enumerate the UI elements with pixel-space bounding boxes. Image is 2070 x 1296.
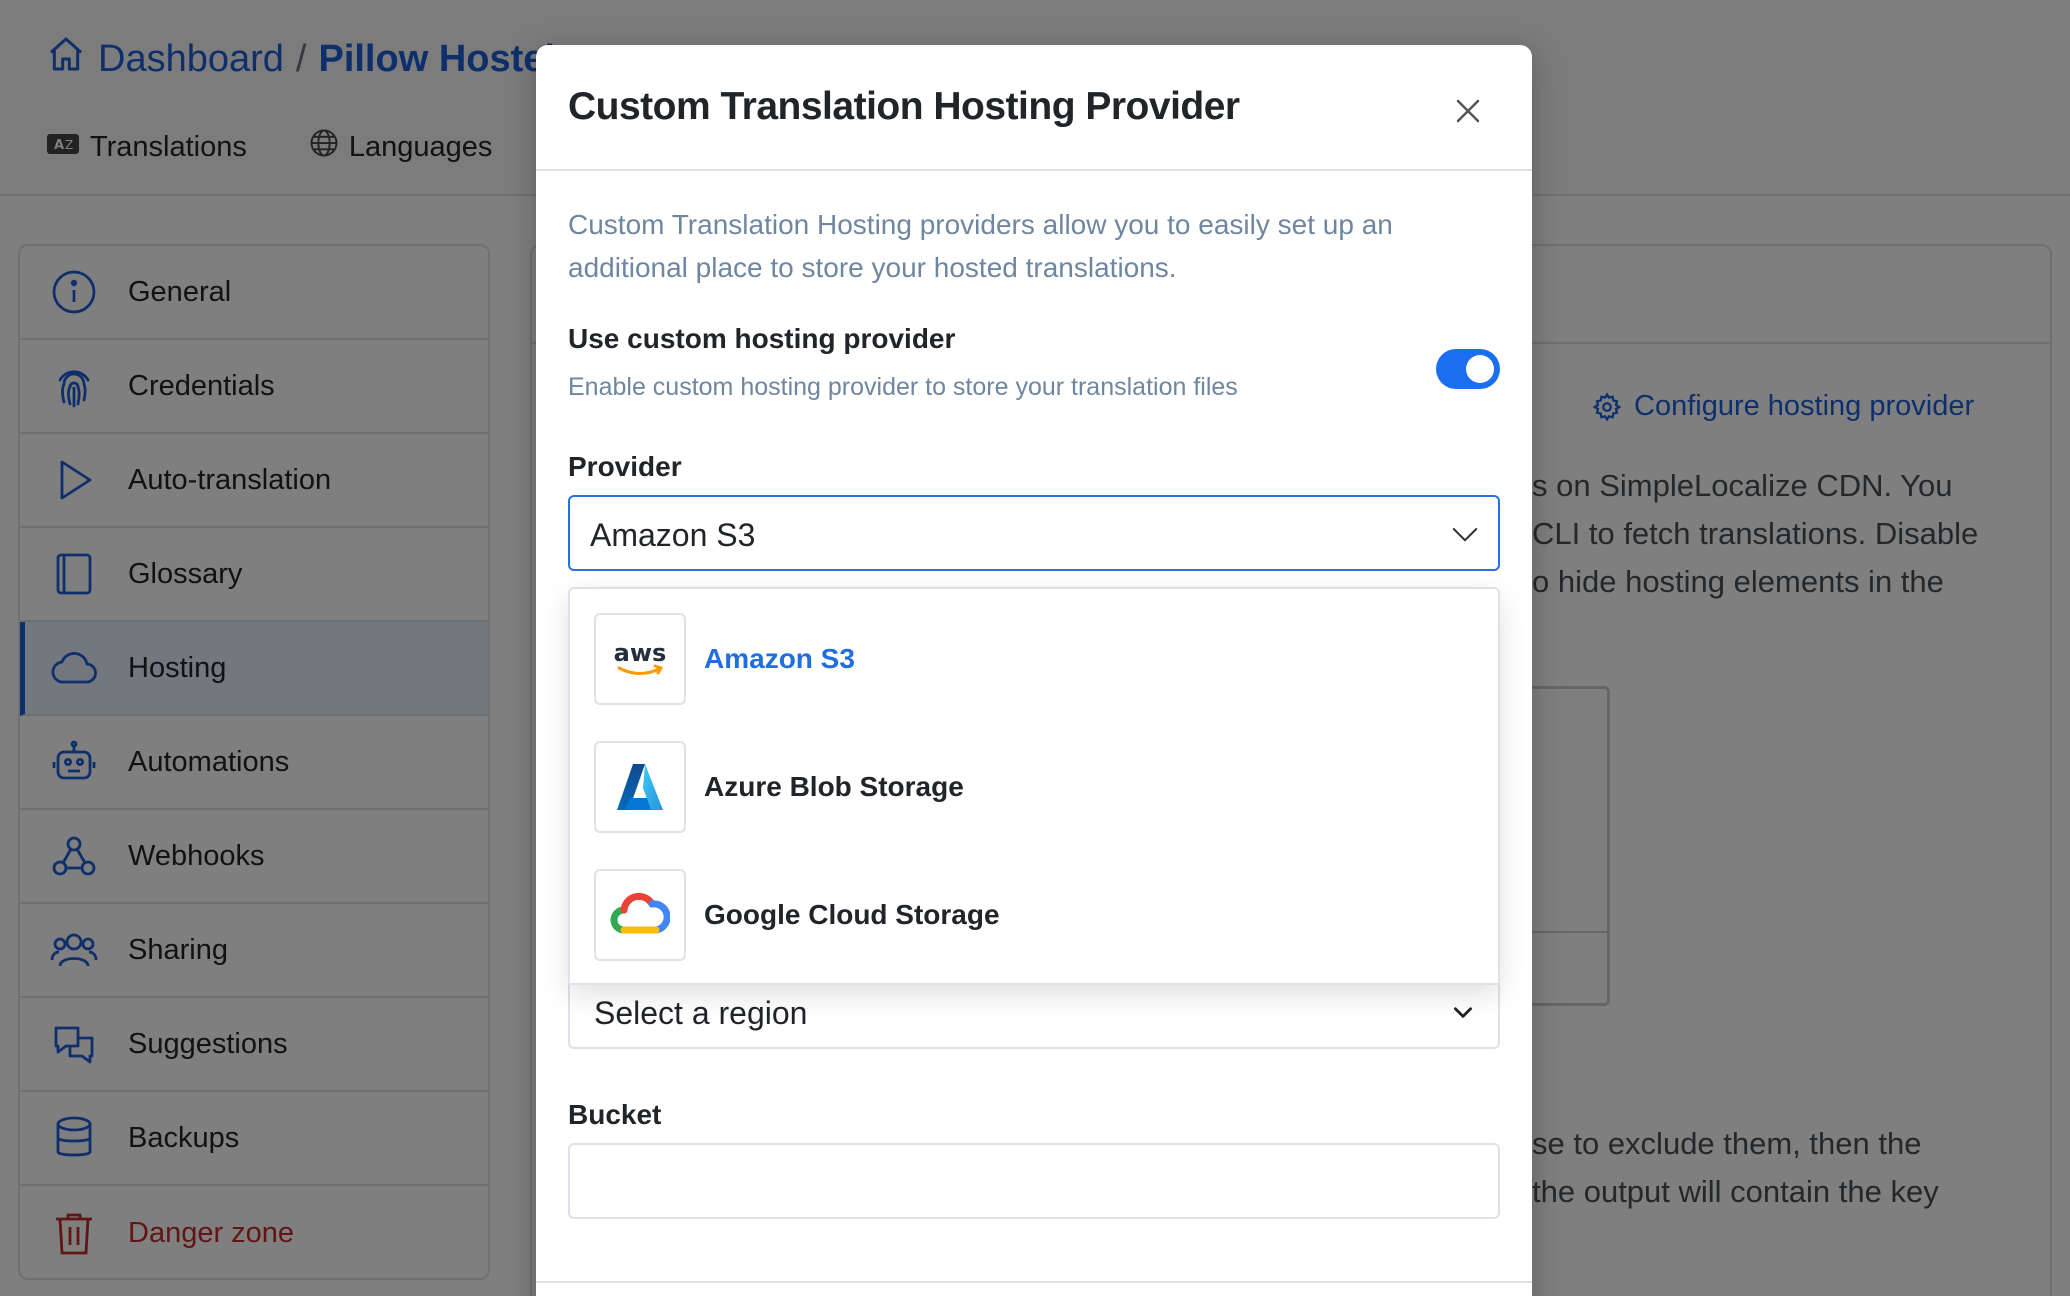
aws-logo: aws — [594, 613, 686, 705]
bucket-input[interactable] — [568, 1143, 1500, 1219]
provider-option-label: Amazon S3 — [704, 643, 855, 674]
azure-logo — [594, 741, 686, 833]
toggle-knob — [1466, 355, 1494, 383]
bucket-label: Bucket — [568, 1099, 662, 1130]
provider-select[interactable]: Amazon S3 — [568, 495, 1500, 571]
use-custom-provider-label: Use custom hosting provider — [568, 323, 956, 354]
use-custom-provider-help: Enable custom hosting provider to store … — [568, 373, 1238, 401]
chevron-down-icon — [1450, 519, 1480, 554]
region-select-placeholder: Select a region — [594, 995, 808, 1031]
modal-footer-divider — [536, 1281, 1532, 1283]
modal-title: Custom Translation Hosting Provider — [568, 85, 1240, 128]
close-icon — [1456, 99, 1480, 123]
chevron-down-icon — [1450, 999, 1476, 1030]
use-custom-provider-toggle[interactable] — [1436, 349, 1500, 389]
modal-description: Custom Translation Hosting providers all… — [568, 209, 1393, 283]
google-cloud-logo — [594, 869, 686, 961]
provider-option-google-cloud[interactable]: Google Cloud Storage — [594, 869, 1000, 961]
svg-text:aws: aws — [614, 639, 667, 667]
custom-hosting-provider-modal: Custom Translation Hosting Provider Cust… — [536, 45, 1532, 1296]
provider-option-label: Google Cloud Storage — [704, 899, 1000, 930]
provider-select-value: Amazon S3 — [590, 517, 756, 553]
provider-option-amazon-s3[interactable]: aws Amazon S3 — [594, 613, 855, 705]
provider-option-label: Azure Blob Storage — [704, 771, 964, 802]
provider-dropdown-menu: aws Amazon S3 Azure Blob Storage Google … — [568, 587, 1500, 985]
provider-option-azure[interactable]: Azure Blob Storage — [594, 741, 964, 833]
modal-header: Custom Translation Hosting Provider — [536, 45, 1532, 171]
close-button[interactable] — [1448, 91, 1488, 131]
provider-label: Provider — [568, 451, 682, 482]
